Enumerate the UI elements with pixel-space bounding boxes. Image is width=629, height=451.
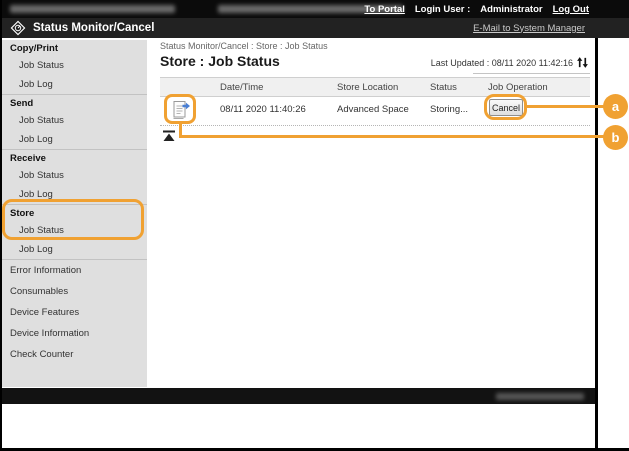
sidebar-item-consumables[interactable]: Consumables: [2, 281, 147, 302]
footer-bar: [0, 388, 598, 404]
annotation-bubble-b: b: [603, 125, 628, 150]
content-title: Store : Job Status: [160, 53, 280, 69]
to-portal-link[interactable]: To Portal: [364, 4, 404, 15]
sidebar-item-send-job-log[interactable]: Job Log: [2, 130, 147, 149]
table-cell-status: Storing...: [430, 104, 468, 115]
breadcrumb: Status Monitor/Cancel : Store : Job Stat…: [160, 41, 328, 51]
sidebar-item-check-counter[interactable]: Check Counter: [2, 344, 147, 365]
remote-ui-screen: To Portal Login User : Administrator Log…: [0, 0, 629, 451]
sidebar-section-copy-print: Copy/Print: [2, 40, 147, 56]
table-cell-date-time: 08/11 2020 11:40:26: [220, 104, 306, 115]
email-system-manager-link[interactable]: E-Mail to System Manager: [473, 23, 585, 34]
login-user-label: Login User :: [415, 4, 470, 15]
sidebar-item-copyprint-job-status[interactable]: Job Status: [2, 56, 147, 75]
sidebar-section-store: Store: [2, 205, 147, 221]
stored-document-icon: [169, 99, 191, 121]
sidebar-item-store-job-status[interactable]: Job Status: [2, 221, 147, 240]
status-monitor-icon: [10, 20, 26, 36]
login-user-value: Administrator: [480, 4, 542, 15]
cancel-button[interactable]: Cancel: [489, 99, 523, 116]
refresh-icon[interactable]: [576, 56, 589, 69]
annotation-bubble-a: a: [603, 94, 628, 119]
last-updated-rule: [473, 73, 590, 74]
sidebar-item-receive-job-log[interactable]: Job Log: [2, 185, 147, 204]
table-header-row: Date/Time Store Location Status Job Oper…: [160, 77, 590, 97]
sidebar-item-device-information[interactable]: Device Information: [2, 323, 147, 344]
frame-border-left: [0, 0, 2, 451]
log-out-link[interactable]: Log Out: [553, 4, 589, 15]
annotation-line-b-horizontal: [179, 135, 605, 138]
table-row-divider: [160, 125, 590, 126]
sidebar-item-receive-job-status[interactable]: Job Status: [2, 166, 147, 185]
column-header-date-time: Date/Time: [220, 82, 263, 93]
sidebar: Copy/Print Job Status Job Log Send Job S…: [2, 40, 147, 387]
sidebar-item-store-job-log[interactable]: Job Log: [2, 240, 147, 259]
redacted-copyright: [496, 393, 584, 400]
last-updated-text: Last Updated : 08/11 2020 11:42:16: [330, 58, 573, 68]
sidebar-section-send: Send: [2, 95, 147, 111]
sidebar-item-copyprint-job-log[interactable]: Job Log: [2, 75, 147, 94]
sidebar-item-error-information[interactable]: Error Information: [2, 260, 147, 281]
column-header-store-location: Store Location: [337, 82, 398, 93]
column-header-status: Status: [430, 82, 457, 93]
frame-border-right: [595, 38, 598, 448]
page-title: Status Monitor/Cancel: [33, 22, 154, 34]
table-cell-store-location: Advanced Space: [337, 104, 409, 115]
annotation-line-a: [527, 105, 605, 108]
sidebar-item-device-features[interactable]: Device Features: [2, 302, 147, 323]
top-bar: To Portal Login User : Administrator Log…: [0, 0, 629, 18]
sidebar-section-receive: Receive: [2, 150, 147, 166]
column-header-job-operation: Job Operation: [488, 82, 548, 93]
app-bar: Status Monitor/Cancel E-Mail to System M…: [0, 18, 629, 38]
sidebar-item-send-job-status[interactable]: Job Status: [2, 111, 147, 130]
scroll-to-top-icon[interactable]: [162, 129, 176, 141]
redacted-device-name: [10, 5, 175, 13]
